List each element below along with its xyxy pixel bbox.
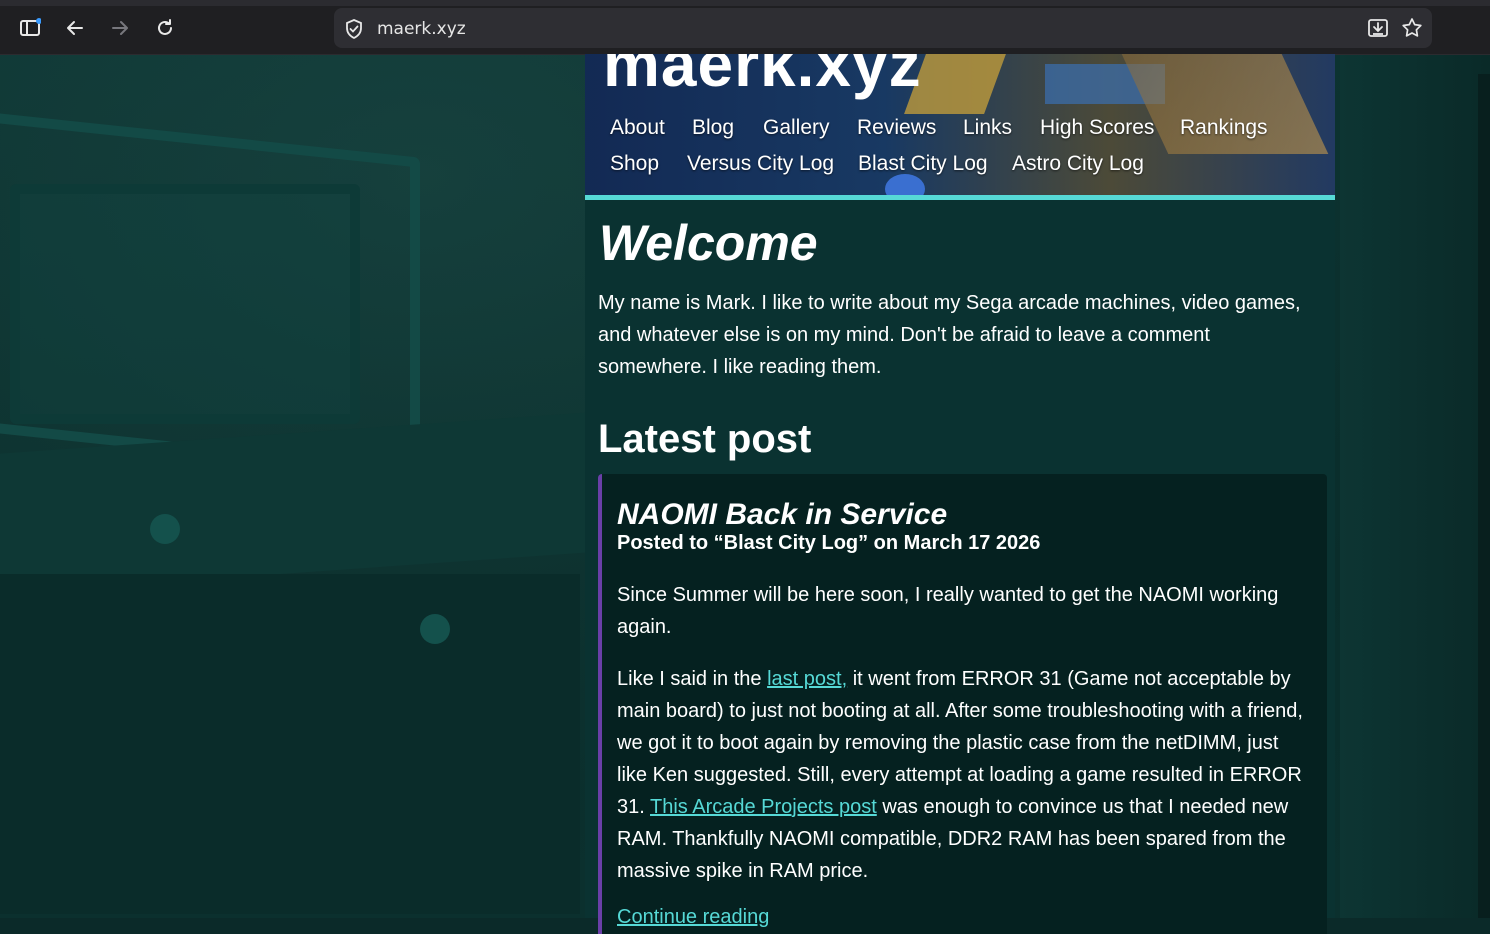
banner-art bbox=[885, 174, 925, 195]
address-bar[interactable]: maerk.xyz bbox=[334, 8, 1432, 48]
post-meta: Posted to “Blast City Log” on March 17 2… bbox=[617, 532, 1041, 554]
post-text: Like I said in the bbox=[617, 668, 768, 690]
intro-text: My name is Mark. I like to write about m… bbox=[598, 292, 1301, 378]
right-edge-art bbox=[1478, 74, 1490, 918]
post-title[interactable]: NAOMI Back in Service bbox=[617, 498, 947, 532]
save-to-device-icon[interactable] bbox=[1367, 17, 1389, 39]
sidebar-toggle-icon[interactable] bbox=[16, 14, 44, 42]
joystick-art bbox=[420, 614, 450, 644]
nav-blog[interactable]: Blog bbox=[692, 116, 734, 140]
welcome-heading: Welcome bbox=[599, 215, 818, 271]
shield-icon[interactable] bbox=[344, 18, 364, 45]
post-paragraph-1: Since Summer will be here soon, I really… bbox=[617, 584, 1279, 638]
post-paragraph-2: Like I said in the last post, it went fr… bbox=[617, 663, 1312, 887]
cabinet-base-art bbox=[0, 574, 580, 914]
nav-shop[interactable]: Shop bbox=[610, 152, 659, 176]
right-cabinet-art bbox=[1340, 54, 1490, 918]
site-banner: maerk.xyz About Blog Gallery Reviews Lin… bbox=[585, 54, 1335, 195]
bookmark-star-icon[interactable] bbox=[1401, 17, 1423, 39]
browser-toolbar: maerk.xyz bbox=[0, 0, 1490, 55]
nav-reviews[interactable]: Reviews bbox=[857, 116, 936, 140]
accent-divider bbox=[585, 195, 1335, 200]
last-post-link[interactable]: last post, bbox=[767, 668, 847, 690]
reload-icon[interactable] bbox=[151, 14, 179, 42]
nav-gallery[interactable]: Gallery bbox=[763, 116, 830, 140]
back-arrow-icon[interactable] bbox=[61, 14, 89, 42]
forward-arrow-icon[interactable] bbox=[106, 14, 134, 42]
latest-post-card: NAOMI Back in Service Posted to “Blast C… bbox=[598, 474, 1327, 934]
arcade-screen-art bbox=[10, 184, 360, 424]
latest-post-heading: Latest post bbox=[598, 417, 812, 461]
tab-strip bbox=[0, 0, 1490, 6]
nav-astro-city-log[interactable]: Astro City Log bbox=[1012, 152, 1144, 176]
nav-blast-city-log[interactable]: Blast City Log bbox=[858, 152, 988, 176]
url-text[interactable]: maerk.xyz bbox=[377, 19, 466, 39]
nav-high-scores[interactable]: High Scores bbox=[1040, 116, 1154, 140]
nav-rankings[interactable]: Rankings bbox=[1180, 116, 1268, 140]
nav-about[interactable]: About bbox=[610, 116, 665, 140]
site-title[interactable]: maerk.xyz bbox=[603, 54, 922, 96]
main-column: maerk.xyz About Blog Gallery Reviews Lin… bbox=[585, 54, 1335, 934]
arcade-projects-link[interactable]: This Arcade Projects post bbox=[650, 796, 877, 818]
nav-versus-city-log[interactable]: Versus City Log bbox=[687, 152, 834, 176]
nav-links[interactable]: Links bbox=[963, 116, 1012, 140]
joystick-art bbox=[150, 514, 180, 544]
